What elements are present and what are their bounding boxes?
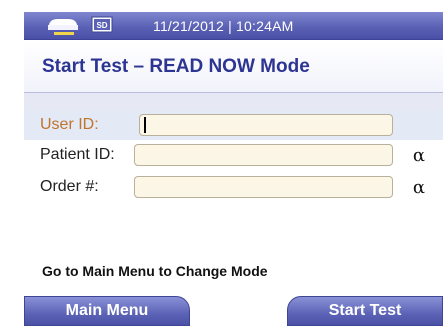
main-menu-button[interactable]: Main Menu (24, 296, 190, 326)
order-number-field[interactable] (134, 176, 393, 198)
user-id-row: User ID: (24, 110, 443, 140)
patient-id-label: Patient ID: (40, 146, 115, 163)
sd-card-icon: SD (91, 16, 113, 33)
user-id-label: User ID: (40, 116, 99, 133)
patient-id-alpha-key[interactable]: α (395, 140, 443, 170)
printer-icon (48, 19, 78, 35)
header: Start Test – READ NOW Mode (24, 40, 443, 92)
user-id-field[interactable] (139, 114, 393, 136)
status-bar: SD 11/21/2012 | 10:24AM (24, 12, 443, 40)
order-number-alpha-key[interactable]: α (395, 172, 443, 202)
sd-label: SD (96, 21, 107, 30)
text-cursor (144, 117, 146, 133)
header-divider (24, 92, 443, 110)
mode-message: Go to Main Menu to Change Mode (42, 263, 268, 279)
start-test-button[interactable]: Start Test (287, 296, 443, 326)
order-number-label: Order #: (40, 178, 99, 195)
order-number-row: Order #: α (24, 172, 443, 202)
patient-id-row: Patient ID: α (24, 140, 443, 170)
status-datetime: 11/21/2012 | 10:24AM (153, 18, 294, 34)
page-title: Start Test – READ NOW Mode (42, 56, 310, 77)
screen: SD 11/21/2012 | 10:24AM Start Test – REA… (0, 0, 443, 333)
patient-id-field[interactable] (134, 144, 393, 166)
